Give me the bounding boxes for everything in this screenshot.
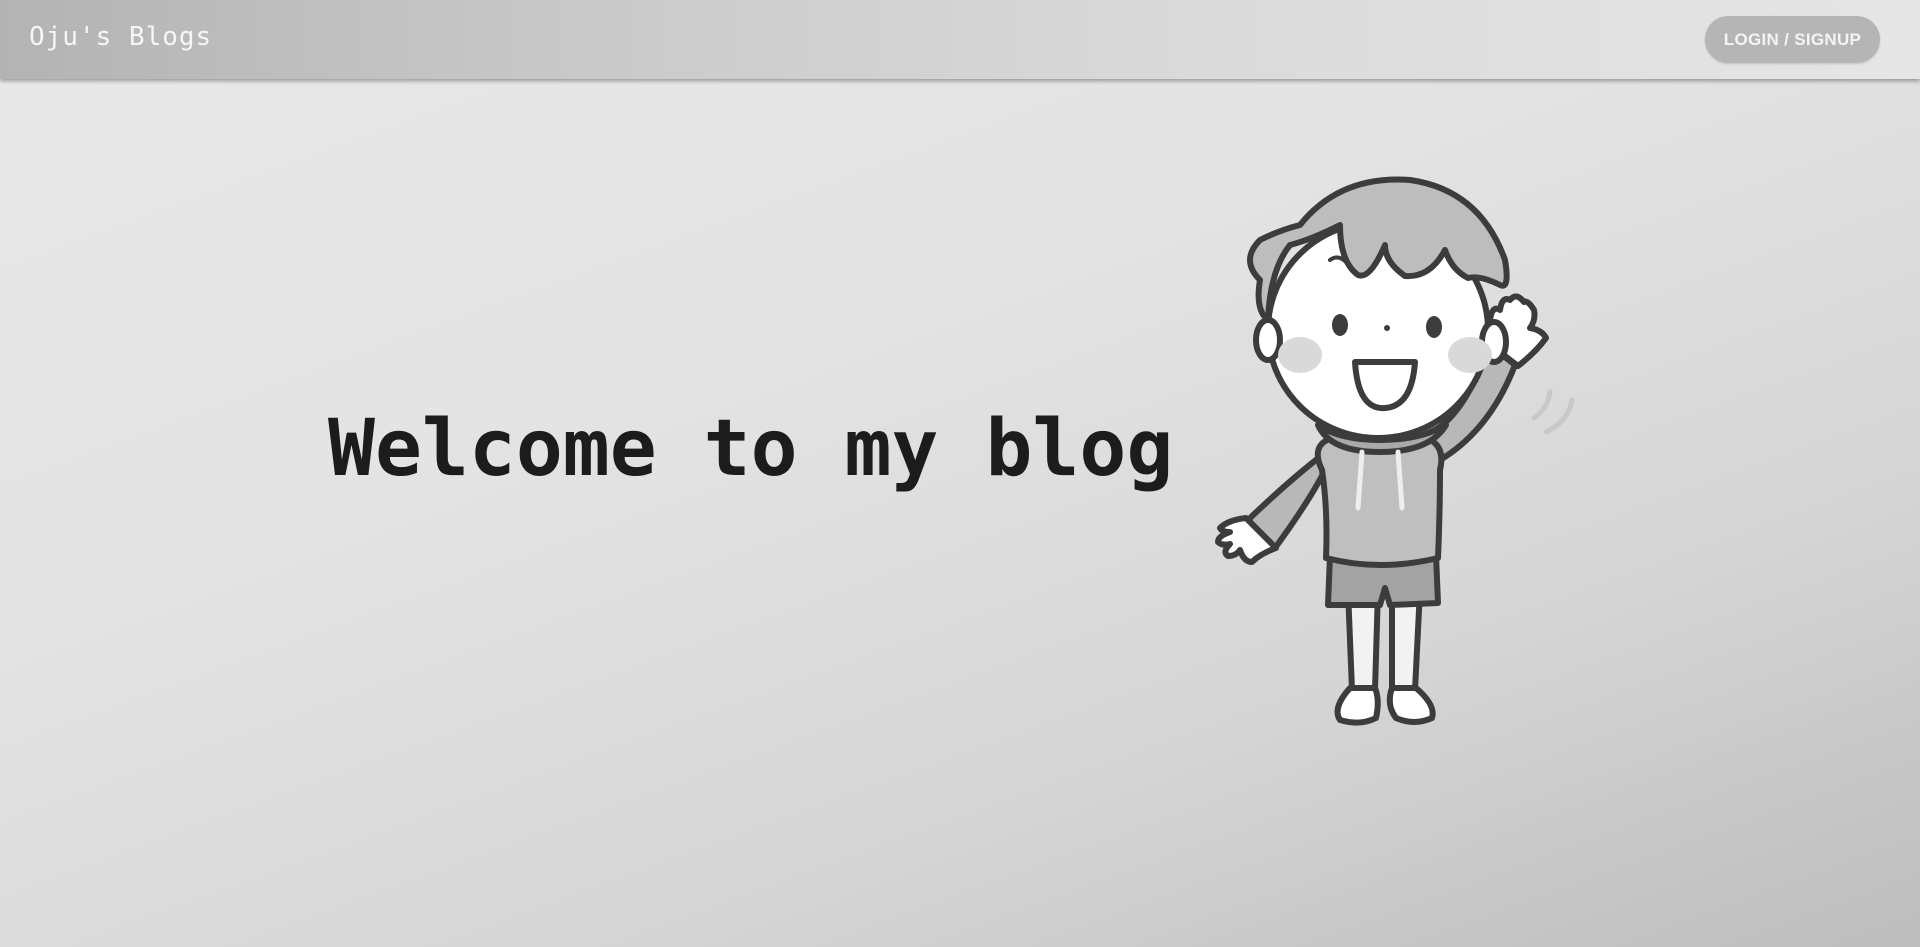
top-navbar: Oju's Blogs LOGIN / SIGNUP bbox=[0, 0, 1920, 79]
brand-logo-text[interactable]: Oju's Blogs bbox=[29, 22, 212, 52]
hero-title: Welcome to my blog bbox=[328, 404, 1174, 494]
login-signup-button[interactable]: LOGIN / SIGNUP bbox=[1705, 16, 1880, 63]
waving-kid-illustration bbox=[1215, 176, 1575, 726]
